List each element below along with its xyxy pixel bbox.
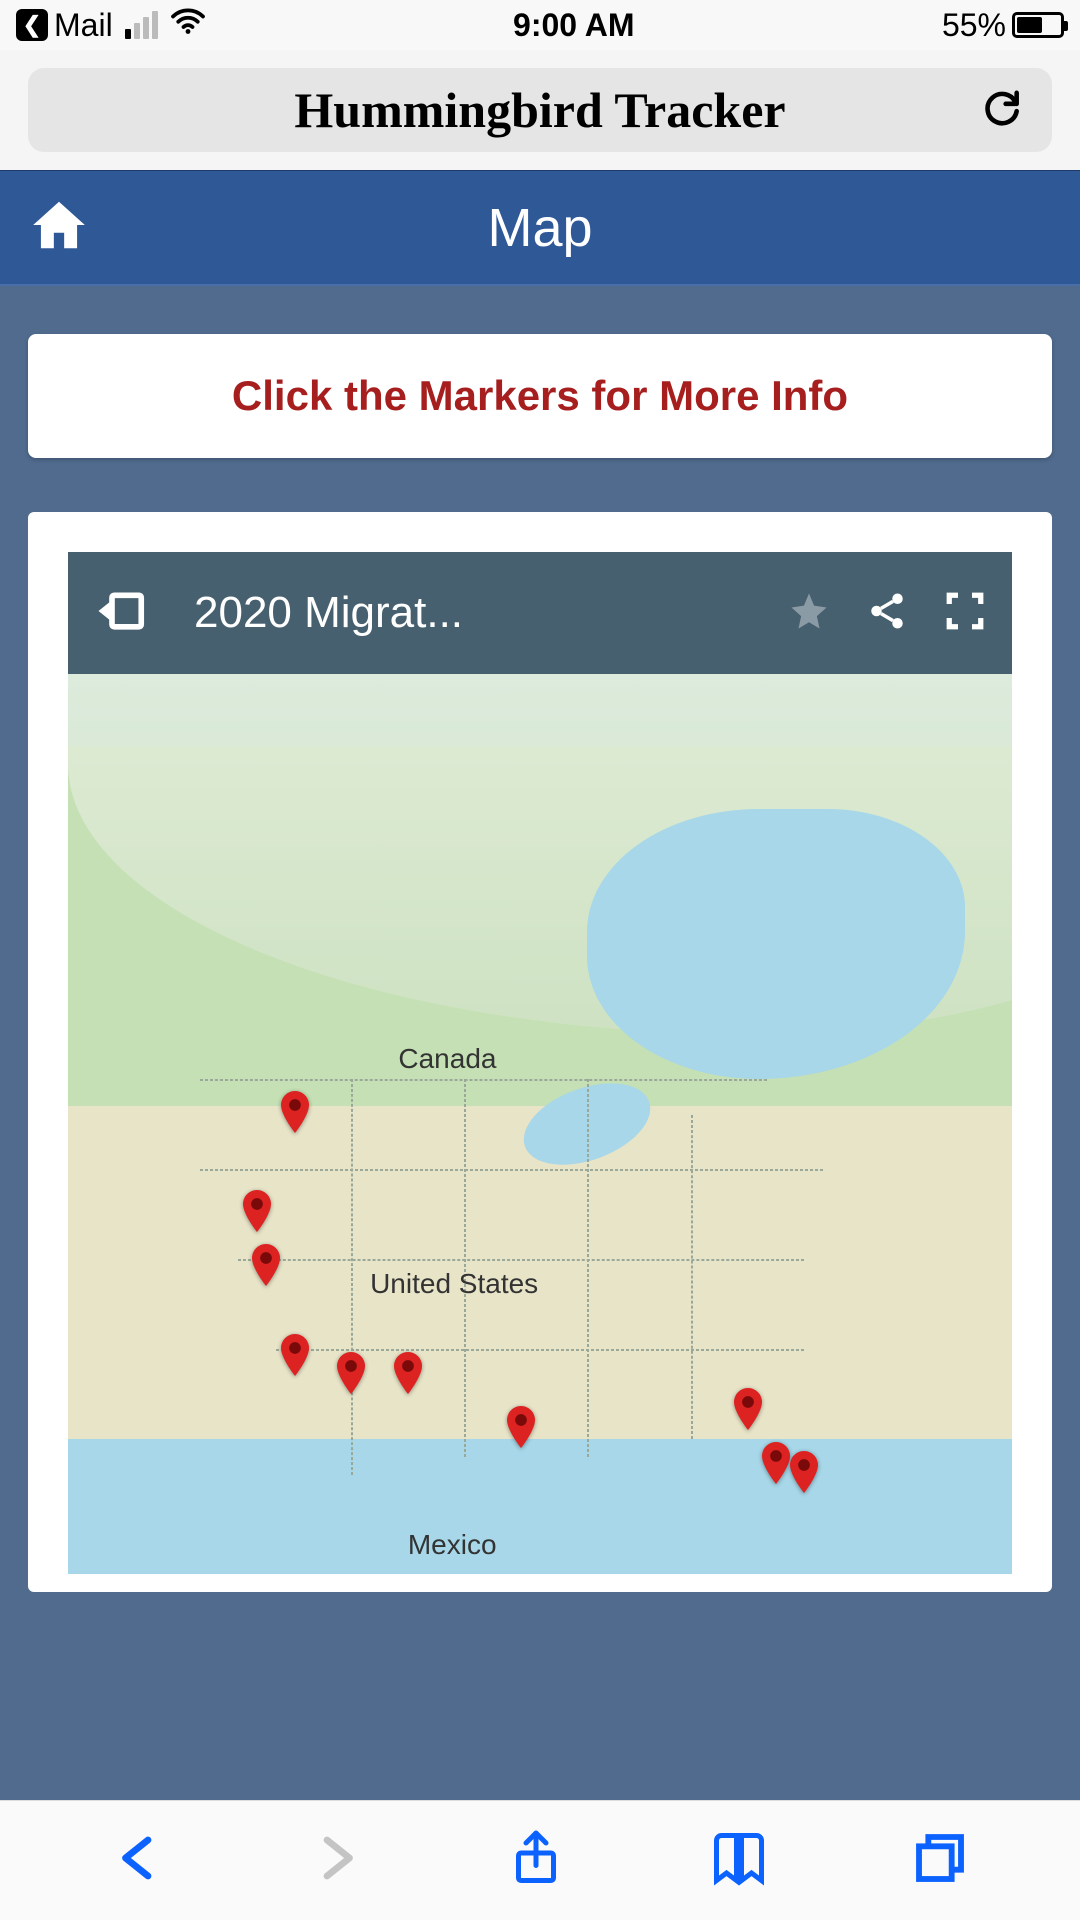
- chevron-left-icon: ❮: [16, 9, 48, 41]
- map-marker[interactable]: [252, 1244, 280, 1286]
- map-label-us: United States: [370, 1268, 538, 1300]
- map-toolbar: 2020 Migrat...: [68, 552, 1012, 674]
- status-bar: ❮ Mail 9:00 AM 55%: [0, 0, 1080, 50]
- map-canvas[interactable]: Canada United States Mexico: [68, 674, 1012, 1574]
- browser-forward-button[interactable]: [309, 1831, 363, 1890]
- browser-tabs-button[interactable]: [912, 1830, 968, 1891]
- share-icon[interactable]: [866, 590, 908, 637]
- status-right: 55%: [942, 7, 1064, 44]
- map-marker[interactable]: [762, 1442, 790, 1484]
- content-area: Click the Markers for More Info 2020 Mig…: [0, 286, 1080, 1800]
- status-left: ❮ Mail: [16, 3, 206, 47]
- home-button[interactable]: [28, 194, 90, 261]
- browser-bookmarks-button[interactable]: [709, 1828, 769, 1893]
- sidebar-toggle-icon[interactable]: [94, 584, 148, 643]
- map-marker[interactable]: [507, 1406, 535, 1448]
- back-app-label: Mail: [54, 7, 113, 44]
- header-title: Map: [487, 197, 592, 259]
- hint-card: Click the Markers for More Info: [28, 334, 1052, 458]
- map-marker[interactable]: [337, 1352, 365, 1394]
- back-to-mail-button[interactable]: ❮ Mail: [16, 7, 113, 44]
- cellular-signal-icon: [125, 11, 158, 39]
- hint-text: Click the Markers for More Info: [48, 372, 1032, 420]
- refresh-button[interactable]: [980, 86, 1024, 135]
- map-title: 2020 Migrat...: [194, 588, 752, 638]
- map-marker[interactable]: [734, 1388, 762, 1430]
- browser-toolbar: [0, 1800, 1080, 1920]
- map-marker[interactable]: [281, 1334, 309, 1376]
- map-marker[interactable]: [394, 1352, 422, 1394]
- browser-address-bar-area: Hummingbird Tracker: [0, 50, 1080, 170]
- map-card: 2020 Migrat... Canada U: [28, 512, 1052, 1592]
- browser-back-button[interactable]: [112, 1831, 166, 1890]
- status-time: 9:00 AM: [513, 7, 635, 44]
- battery-percent: 55%: [942, 7, 1006, 44]
- address-bar[interactable]: Hummingbird Tracker: [28, 68, 1052, 152]
- star-icon[interactable]: [788, 590, 830, 637]
- battery-icon: [1012, 12, 1064, 38]
- map-marker[interactable]: [243, 1190, 271, 1232]
- map-label-canada: Canada: [398, 1043, 496, 1075]
- wifi-icon: [170, 3, 206, 47]
- map-marker[interactable]: [281, 1091, 309, 1133]
- map-marker[interactable]: [790, 1451, 818, 1493]
- map-label-mexico: Mexico: [408, 1529, 497, 1561]
- fullscreen-icon[interactable]: [944, 590, 986, 637]
- app-header: Map: [0, 170, 1080, 286]
- page-title: Hummingbird Tracker: [294, 81, 785, 139]
- browser-share-button[interactable]: [506, 1828, 566, 1893]
